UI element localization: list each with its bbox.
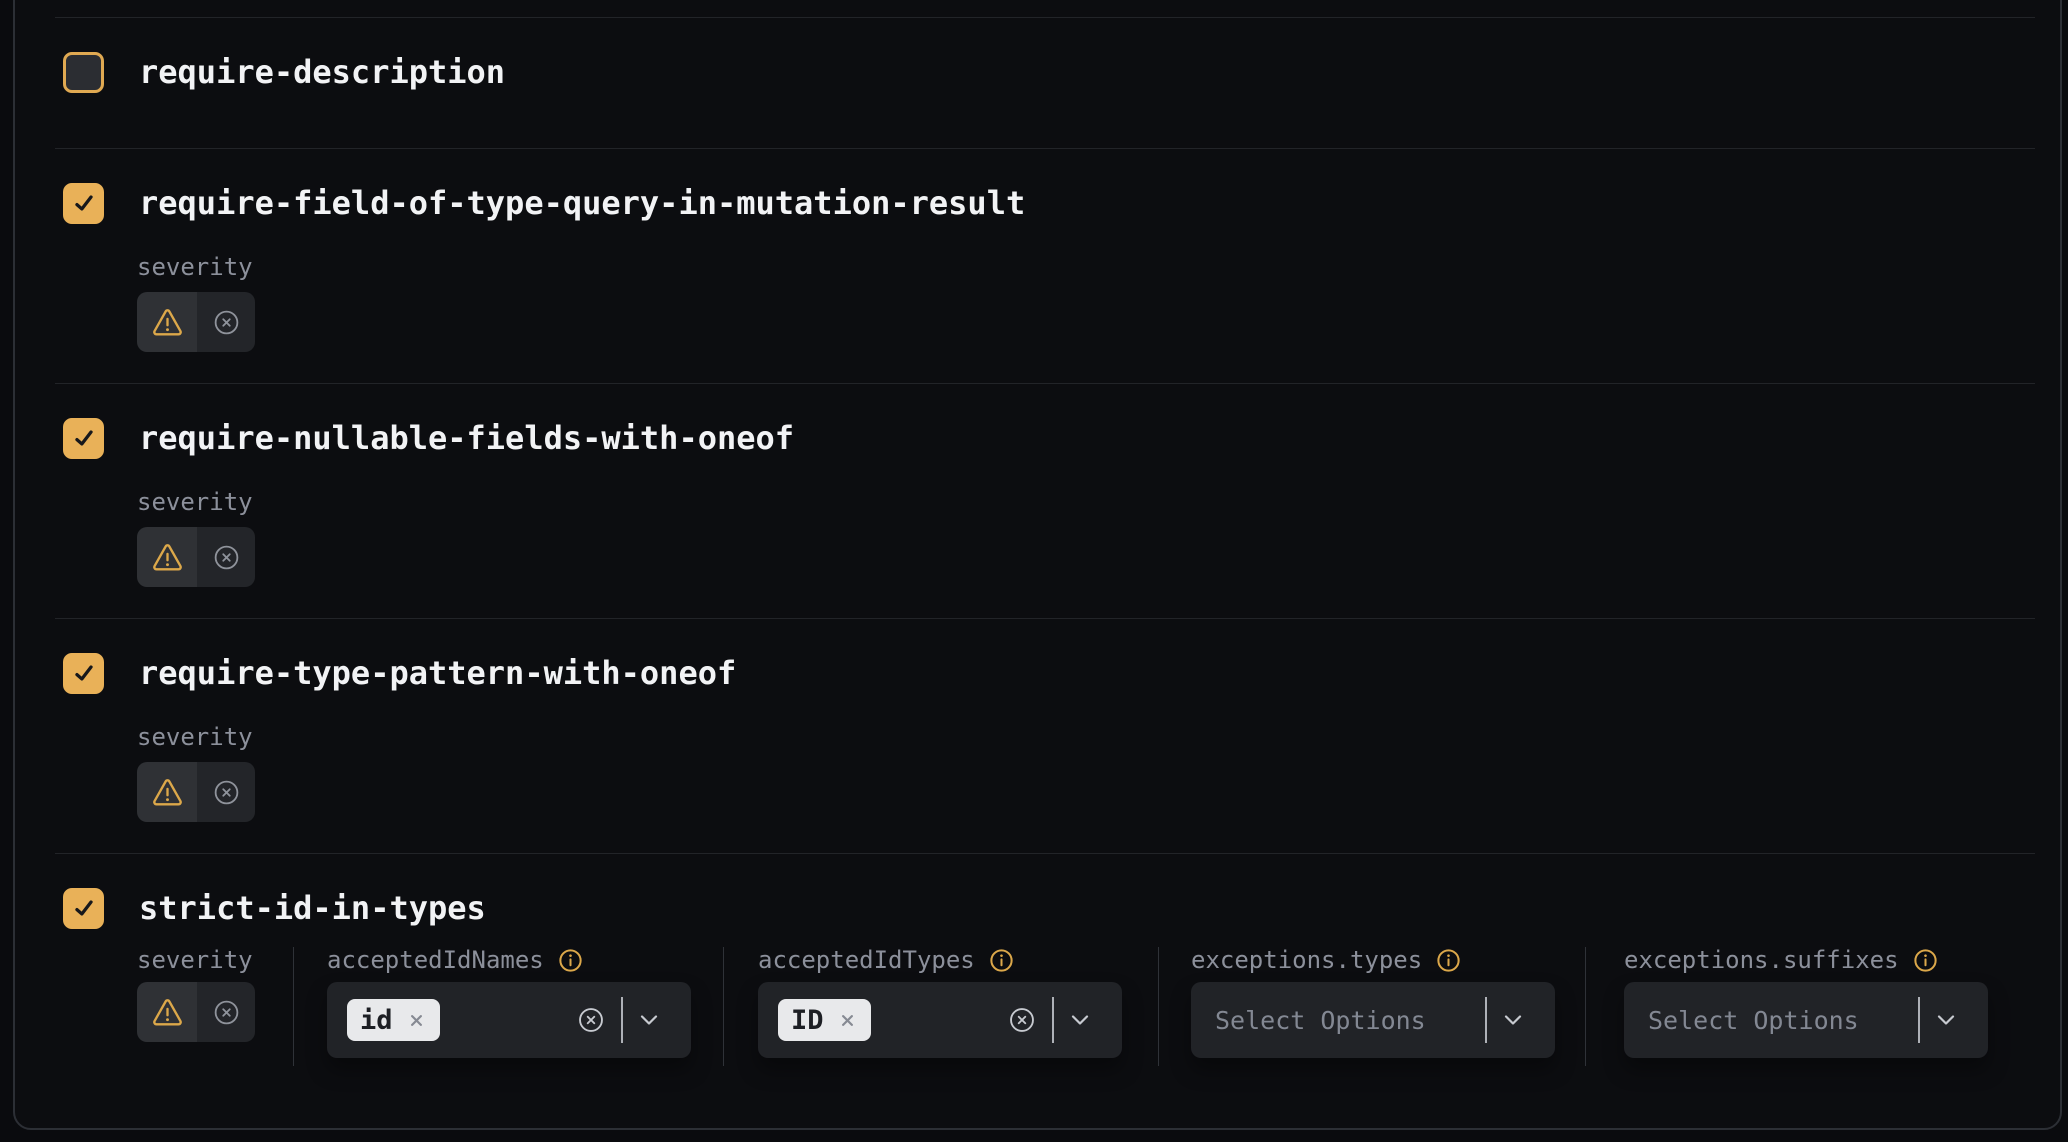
severity-toggle (137, 762, 255, 822)
chevron-down-icon[interactable] (1935, 1013, 1957, 1027)
severity-toggle (137, 982, 255, 1042)
rule-checkbox-checked[interactable] (63, 653, 104, 694)
rule-row-require-description: require-description (55, 17, 2035, 148)
rule-row-require-nullable-fields-with-oneof: require-nullable-fields-with-oneof sever… (55, 383, 2035, 618)
rule-title: require-description (139, 53, 505, 91)
severity-label: severity (137, 723, 253, 751)
severity-label: severity (137, 946, 253, 974)
clear-circle-x-icon (1008, 1006, 1036, 1034)
severity-off-button[interactable] (197, 292, 255, 352)
rule-row-require-field-of-type-query-in-mutation-result: require-field-of-type-query-in-mutation-… (55, 148, 2035, 383)
info-icon[interactable] (1912, 947, 1939, 974)
severity-label: severity (137, 253, 253, 281)
param-label: acceptedIdNames (327, 946, 544, 974)
selected-tag: ID (778, 999, 871, 1041)
param-label: acceptedIdTypes (758, 946, 975, 974)
rule-row-strict-id-in-types: strict-id-in-types severity (55, 853, 2035, 1139)
chevron-down-icon[interactable] (638, 1013, 660, 1027)
circle-x-icon (212, 308, 241, 337)
rules-list: require-description require-field-of-typ… (15, 0, 2060, 1139)
exceptions-suffixes-select[interactable]: Select Options (1624, 982, 1988, 1058)
severity-warn-button[interactable] (137, 527, 197, 587)
rule-title: require-field-of-type-query-in-mutation-… (139, 184, 1025, 222)
severity-off-button[interactable] (197, 762, 255, 822)
remove-tag-icon[interactable] (406, 1010, 427, 1031)
chevron-down-icon[interactable] (1502, 1013, 1524, 1027)
acceptedIdTypes-select[interactable]: ID (758, 982, 1122, 1058)
severity-warn-button[interactable] (137, 982, 197, 1042)
option-column-acceptedIdNames: acceptedIdNames id (293, 947, 723, 1066)
warning-triangle-icon (151, 996, 184, 1029)
exceptions-types-select[interactable]: Select Options (1191, 982, 1555, 1058)
severity-off-button[interactable] (197, 982, 255, 1042)
tag-label: ID (791, 1005, 824, 1036)
info-icon[interactable] (1435, 947, 1462, 974)
circle-x-icon (212, 543, 241, 572)
severity-off-button[interactable] (197, 527, 255, 587)
checkmark-icon (71, 425, 97, 451)
circle-x-icon (212, 998, 241, 1027)
select-placeholder: Select Options (1211, 1006, 1426, 1035)
info-icon[interactable] (557, 947, 584, 974)
option-column-acceptedIdTypes: acceptedIdTypes ID (723, 947, 1158, 1066)
rule-checkbox-checked[interactable] (63, 888, 104, 929)
rule-title: require-type-pattern-with-oneof (139, 654, 736, 692)
severity-toggle (137, 527, 255, 587)
rule-checkbox-unchecked[interactable] (63, 52, 104, 93)
warning-triangle-icon (151, 776, 184, 809)
remove-tag-icon[interactable] (837, 1010, 858, 1031)
param-label: exceptions.types (1191, 946, 1422, 974)
info-icon[interactable] (988, 947, 1015, 974)
clear-circle-x-icon (577, 1006, 605, 1034)
rule-title: strict-id-in-types (139, 889, 486, 927)
rule-checkbox-checked[interactable] (63, 183, 104, 224)
severity-warn-button[interactable] (137, 762, 197, 822)
acceptedIdNames-select[interactable]: id (327, 982, 691, 1058)
circle-x-icon (212, 778, 241, 807)
checkmark-icon (71, 190, 97, 216)
option-column-exceptions-suffixes: exceptions.suffixes Select Options (1585, 947, 2035, 1066)
rule-row-require-type-pattern-with-oneof: require-type-pattern-with-oneof severity (55, 618, 2035, 853)
checkmark-icon (71, 895, 97, 921)
checkmark-icon (71, 660, 97, 686)
rule-checkbox-checked[interactable] (63, 418, 104, 459)
warning-triangle-icon (151, 541, 184, 574)
selected-tag: id (347, 999, 440, 1041)
option-column-exceptions-types: exceptions.types Select Options (1158, 947, 1585, 1066)
lint-rules-panel: require-description require-field-of-typ… (13, 0, 2062, 1130)
warning-triangle-icon (151, 306, 184, 339)
param-label: exceptions.suffixes (1624, 946, 1899, 974)
chevron-down-icon[interactable] (1069, 1013, 1091, 1027)
severity-label: severity (137, 488, 253, 516)
clear-selection-button[interactable] (577, 1006, 605, 1034)
tag-label: id (360, 1005, 393, 1036)
select-placeholder: Select Options (1644, 1006, 1859, 1035)
clear-selection-button[interactable] (1008, 1006, 1036, 1034)
rule-title: require-nullable-fields-with-oneof (139, 419, 794, 457)
rule-options-row: severity acceptedIdNames (137, 947, 2035, 1066)
option-column-severity: severity (137, 947, 293, 1066)
severity-warn-button[interactable] (137, 292, 197, 352)
severity-toggle (137, 292, 255, 352)
